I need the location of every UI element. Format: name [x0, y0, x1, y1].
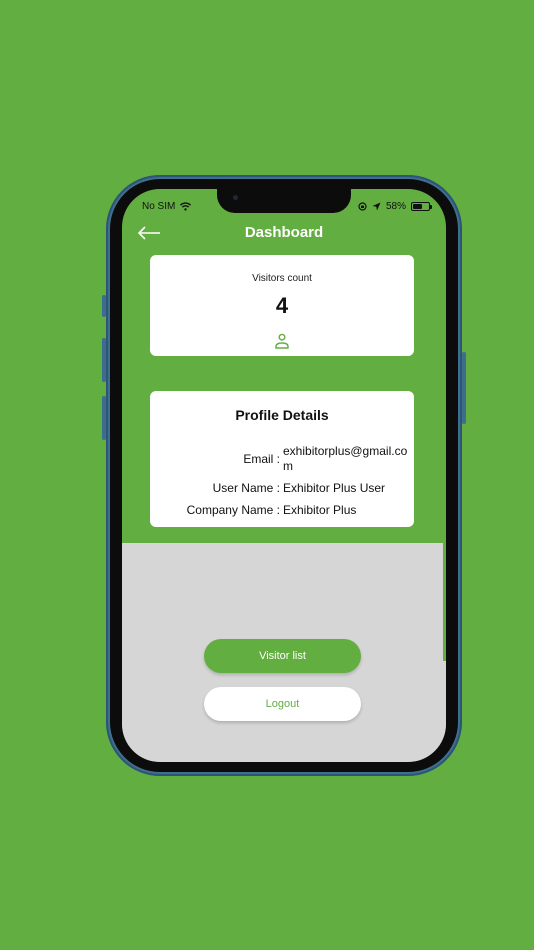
visitors-count-value: 4 — [275, 293, 289, 318]
phone-power-button — [462, 352, 466, 424]
page-title: Dashboard — [244, 224, 324, 241]
visitors-count-label: Visitors count — [252, 273, 312, 284]
location-icon — [372, 202, 381, 211]
wifi-icon — [180, 202, 192, 211]
visitor-list-button[interactable]: Visitor list — [204, 639, 361, 673]
profile-details-card: Profile Details Email : exhibitorplus@gm… — [150, 391, 414, 527]
username-label: User Name : — [212, 481, 280, 495]
email-value: exhibitorplus@gmail.com — [283, 444, 408, 473]
battery-level — [413, 204, 422, 209]
phone-mute-switch — [102, 295, 106, 317]
battery-percent: 58% — [385, 201, 406, 212]
logout-button[interactable]: Logout — [204, 687, 361, 721]
profile-title: Profile Details — [235, 407, 329, 423]
phone-volume-down — [102, 396, 106, 440]
username-value: Exhibitor Plus User — [283, 481, 386, 495]
visitors-count-card: Visitors count 4 — [150, 255, 414, 356]
panel-edge — [443, 543, 446, 661]
company-value: Exhibitor Plus — [283, 503, 357, 517]
camera-notch — [217, 189, 351, 213]
person-icon — [275, 333, 289, 349]
phone-volume-up — [102, 338, 106, 382]
email-label: Email : — [243, 452, 280, 466]
battery-icon — [411, 202, 432, 211]
status-bar-left: No SIM — [142, 201, 192, 212]
orientation-lock-icon — [358, 202, 367, 211]
front-camera — [233, 195, 238, 200]
company-label: Company Name : — [186, 503, 280, 517]
status-bar-right: 58% — [358, 201, 432, 212]
carrier-label: No SIM — [142, 201, 176, 212]
app-screen: No SIM 58% Dashboard Visitors count 4 Pr… — [122, 189, 446, 762]
